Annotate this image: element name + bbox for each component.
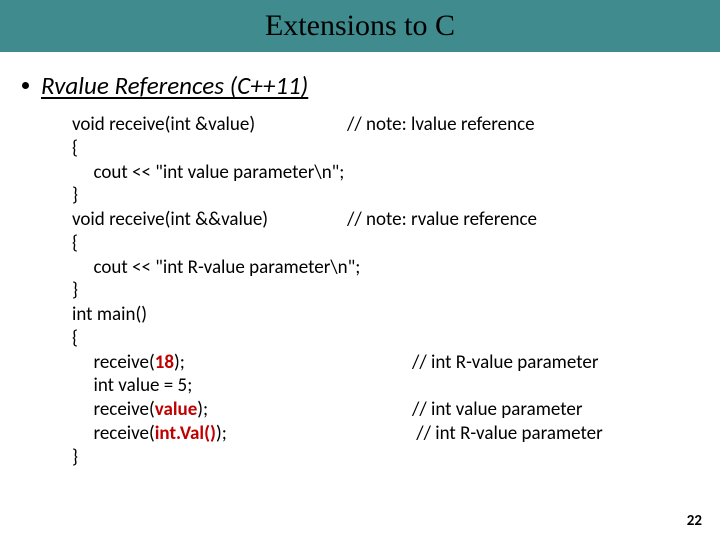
code-line: receive(value);// int value parameter bbox=[72, 398, 720, 422]
code-line: void receive(int &value)// note: lvalue … bbox=[72, 113, 720, 137]
code-comment: // note: lvalue reference bbox=[347, 113, 535, 136]
bullet-row: Rvalue References (C++11) bbox=[22, 70, 720, 101]
code-line: } bbox=[72, 184, 720, 208]
code-line: } bbox=[72, 446, 720, 470]
code-comment: // int R-value parameter bbox=[412, 351, 598, 374]
code-block: void receive(int &value)// note: lvalue … bbox=[72, 113, 720, 469]
code-identifier: value bbox=[155, 398, 198, 421]
code-line: receive(18);// int R-value parameter bbox=[72, 351, 720, 375]
code-line: void receive(int &&value)// note: rvalue… bbox=[72, 208, 720, 232]
code-text: receive(18); bbox=[72, 351, 412, 375]
code-line: cout << "int value parameter\n"; bbox=[72, 161, 720, 185]
bullet-icon bbox=[22, 82, 29, 89]
page-number: 22 bbox=[687, 512, 702, 530]
code-literal: 18 bbox=[155, 351, 174, 374]
code-line: receive(int.Val()); // int R-value param… bbox=[72, 422, 720, 446]
code-line: int main() bbox=[72, 303, 720, 327]
code-text: void receive(int &&value) bbox=[72, 208, 347, 232]
code-text: void receive(int &value) bbox=[72, 113, 347, 137]
code-line: { bbox=[72, 232, 720, 256]
code-comment: // int R-value parameter bbox=[412, 422, 603, 445]
code-line: } bbox=[72, 279, 720, 303]
code-text: receive(value); bbox=[72, 398, 412, 422]
code-line: { bbox=[72, 327, 720, 351]
code-comment: // int value parameter bbox=[412, 398, 582, 421]
bullet-text: Rvalue References (C++11) bbox=[41, 70, 308, 101]
code-text: receive(int.Val()); bbox=[72, 422, 412, 446]
title-bar: Extensions to C bbox=[0, 0, 720, 52]
code-comment: // note: rvalue reference bbox=[347, 208, 537, 231]
code-line: cout << "int R-value parameter\n"; bbox=[72, 256, 720, 280]
code-line: int value = 5; bbox=[72, 374, 720, 398]
code-call: int.Val() bbox=[155, 422, 216, 445]
slide-title: Extensions to C bbox=[265, 9, 455, 43]
code-line: { bbox=[72, 137, 720, 161]
